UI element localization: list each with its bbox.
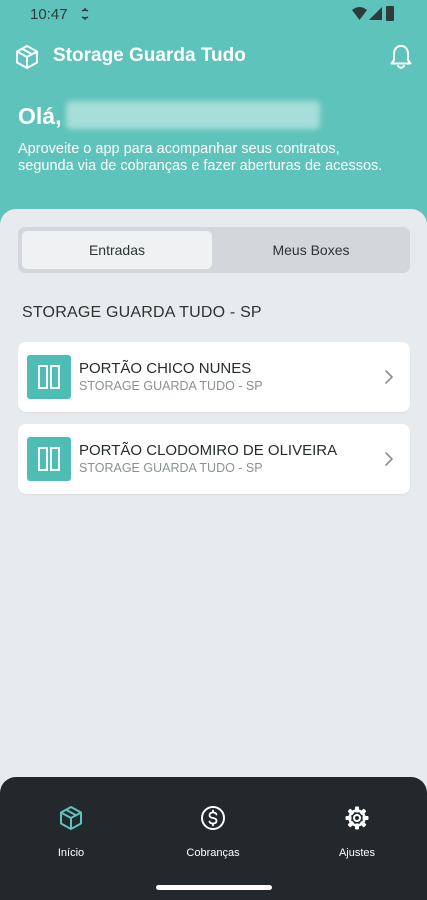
user-name-redacted xyxy=(66,101,320,129)
nav-ajustes[interactable]: Ajustes xyxy=(307,805,407,865)
chevron-right-icon xyxy=(385,452,393,466)
sync-icon xyxy=(81,8,89,20)
bell-icon[interactable] xyxy=(389,44,413,70)
dollar-circle-icon xyxy=(201,806,225,830)
status-bar: 10:47 xyxy=(0,0,427,28)
app-title: Storage Guarda Tudo xyxy=(53,45,246,66)
tab-switcher: Entradas Meus Boxes xyxy=(18,227,410,273)
gate-card-clodomiro-de-oliveira[interactable]: PORTÃO CLODOMIRO DE OLIVEIRA STORAGE GUA… xyxy=(18,424,410,494)
nav-label: Início xyxy=(57,847,85,859)
status-time: 10:47 xyxy=(30,6,68,23)
chevron-right-icon xyxy=(385,370,393,384)
gate-name: PORTÃO CHICO NUNES xyxy=(79,360,252,377)
gear-icon xyxy=(345,806,369,830)
gate-location: STORAGE GUARDA TUDO - SP xyxy=(79,461,263,475)
tab-entradas[interactable]: Entradas xyxy=(22,231,212,269)
gate-icon xyxy=(27,437,71,481)
nav-label: Cobranças xyxy=(186,847,240,859)
nav-inicio[interactable]: Início xyxy=(21,805,121,865)
wifi-icon xyxy=(352,7,367,20)
greeting-hello: Olá, xyxy=(18,103,62,129)
gate-icon xyxy=(27,355,71,399)
bottom-nav: Início Cobranças Ajustes xyxy=(0,777,427,900)
tab-meus-boxes[interactable]: Meus Boxes xyxy=(216,231,406,269)
box-icon xyxy=(16,45,38,69)
gate-location: STORAGE GUARDA TUDO - SP xyxy=(79,379,263,393)
section-title: STORAGE GUARDA TUDO - SP xyxy=(22,304,262,321)
nav-label: Ajustes xyxy=(338,847,376,859)
greeting-intro: Aproveite o app para acompanhar seus con… xyxy=(18,141,383,174)
battery-icon xyxy=(386,6,394,21)
box-icon xyxy=(60,806,82,830)
app-header: Storage Guarda Tudo xyxy=(0,28,427,88)
signal-icon xyxy=(369,7,382,20)
home-indicator[interactable] xyxy=(156,885,272,890)
nav-cobrancas[interactable]: Cobranças xyxy=(163,805,263,865)
gate-name: PORTÃO CLODOMIRO DE OLIVEIRA xyxy=(79,442,338,459)
gate-card-chico-nunes[interactable]: PORTÃO CHICO NUNES STORAGE GUARDA TUDO -… xyxy=(18,342,410,412)
